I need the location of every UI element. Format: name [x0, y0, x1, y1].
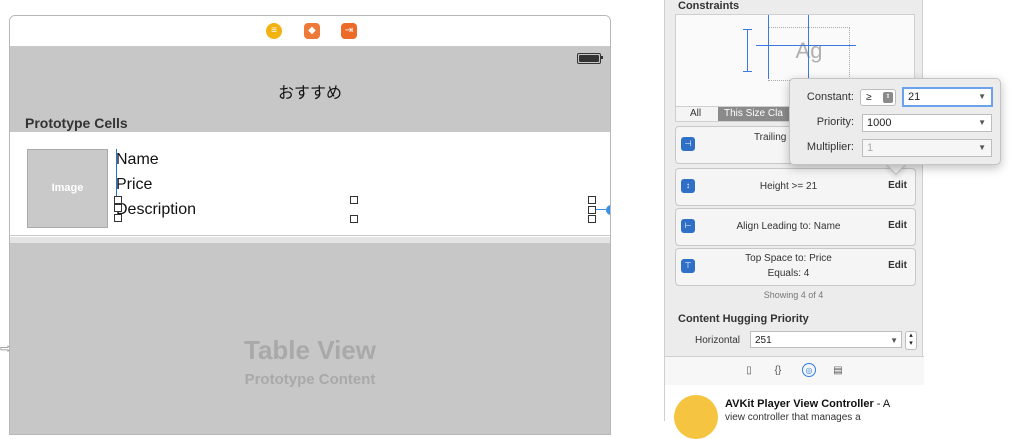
code-snippet-icon[interactable]: {} — [772, 364, 784, 377]
top-space-icon: ⊤ — [681, 259, 695, 273]
resize-handle[interactable] — [588, 196, 596, 204]
exit-icon[interactable]: ⇥ — [341, 23, 357, 39]
file-template-icon[interactable]: ▯ — [743, 364, 755, 377]
resize-handle[interactable] — [114, 214, 122, 222]
preview-box: Ag — [768, 27, 850, 81]
priority-field[interactable]: 1000 ▼ — [862, 114, 992, 132]
constraint-indicator — [756, 45, 856, 46]
priority-label: Priority: — [816, 116, 854, 128]
first-responder-icon[interactable]: ◆ — [304, 23, 320, 39]
table-view-placeholder-title: Table View — [244, 335, 376, 365]
align-leading-icon: ⊢ — [681, 219, 695, 233]
resize-handle[interactable] — [588, 215, 596, 223]
trailing-space-icon: ⊣ — [681, 137, 695, 151]
resize-handle[interactable] — [588, 206, 596, 214]
resize-handle[interactable] — [350, 215, 358, 223]
resize-handle[interactable] — [114, 204, 122, 212]
edit-button[interactable]: Edit — [888, 260, 907, 271]
constraint-row-top-space[interactable]: ⊤ Top Space to: Price Equals: 4 Edit — [675, 248, 916, 286]
constraint-row-align-leading[interactable]: ⊢ Align Leading to: Name Edit — [675, 208, 916, 246]
scene-frame[interactable]: ≡ ◆ ⇥ おすすめ Prototype Cells Image Name Pr… — [9, 15, 611, 435]
resize-handle[interactable] — [350, 196, 358, 204]
constraint-indicator — [743, 71, 752, 72]
section-header: Prototype Cells — [10, 110, 610, 132]
constraints-title: Constraints — [678, 0, 740, 12]
table-view-placeholder-subtitle: Prototype Content — [244, 371, 376, 388]
tab-all[interactable]: All — [690, 108, 701, 119]
image-view[interactable]: Image — [27, 149, 108, 228]
constraint-indicator — [743, 29, 752, 30]
edit-button[interactable]: Edit — [888, 220, 907, 231]
constraint-line — [596, 209, 606, 210]
media-library-icon[interactable]: ▤ — [832, 364, 844, 377]
library-item-title: AVKit Player View Controller - A — [725, 398, 891, 410]
size-inspector: Constraints Ag All This Size Cla ⊣ Trail… — [664, 0, 924, 439]
constraint-text: Height >= 21 — [759, 181, 818, 192]
chevron-down-icon[interactable]: ▼ — [978, 140, 986, 156]
library-tab-bar: ▯ {} ◎ ▤ — [665, 356, 924, 386]
table-cell[interactable]: Image Name Price Description — [10, 132, 610, 236]
horizontal-priority-value: 251 — [755, 335, 772, 346]
description-label[interactable]: Description — [116, 201, 196, 219]
battery-icon — [577, 53, 603, 64]
constant-value: 21 — [908, 91, 921, 103]
chevron-down-icon[interactable]: ▼ — [978, 89, 986, 105]
horizontal-priority-field[interactable]: 251 ▼ — [750, 331, 902, 348]
constraint-edit-popover: Constant: ≥ ⇕ 21 ▼ Priority: 1000 ▼ Mult… — [789, 78, 1001, 165]
table-view[interactable]: Table View Prototype Content — [10, 237, 610, 434]
nav-title[interactable]: おすすめ — [10, 79, 610, 103]
constant-field[interactable]: 21 ▼ — [902, 87, 993, 107]
resize-handle[interactable] — [114, 196, 122, 204]
object-library-icon[interactable]: ◎ — [802, 363, 816, 377]
navigation-bar[interactable]: おすすめ — [10, 47, 610, 110]
constraint-text: Top Space to: Price — [745, 253, 832, 264]
relation-value: ≥ — [866, 92, 872, 103]
height-icon: ↕ — [681, 179, 695, 193]
constraint-indicator — [747, 29, 748, 71]
constraint-badge-icon[interactable] — [606, 205, 610, 215]
constraint-indicator — [808, 15, 809, 79]
chevron-down-icon[interactable]: ▼ — [978, 115, 986, 131]
image-view-label: Image — [51, 182, 84, 194]
constraint-indicator — [768, 15, 769, 79]
preview-sample: Ag — [769, 38, 849, 64]
multiplier-label: Multiplier: — [806, 141, 854, 153]
library-item-desc-suffix: - A — [873, 398, 891, 410]
edit-button[interactable]: Edit — [888, 180, 907, 191]
hugging-priority-title: Content Hugging Priority — [678, 313, 809, 325]
constraint-text: Equals: 4 — [767, 268, 810, 279]
relation-select[interactable]: ≥ ⇕ — [860, 89, 896, 106]
multiplier-field[interactable]: 1 ▼ — [862, 139, 992, 157]
tab-this-size-class[interactable]: This Size Cla — [718, 107, 789, 121]
price-label[interactable]: Price — [116, 176, 152, 194]
constraint-row-height[interactable]: ↕ Height >= 21 Edit — [675, 168, 916, 206]
constant-label: Constant: — [806, 91, 854, 103]
priority-value: 1000 — [867, 117, 892, 129]
stepper-icon: ⇕ — [883, 92, 893, 103]
scene-dock: ≡ ◆ ⇥ — [10, 16, 610, 47]
constraints-count: Showing 4 of 4 — [763, 290, 824, 300]
chevron-down-icon[interactable]: ▼ — [890, 332, 898, 349]
avkit-player-icon — [674, 395, 718, 439]
library-item[interactable]: AVKit Player View Controller - A view co… — [665, 385, 924, 439]
view-controller-icon[interactable]: ≡ — [266, 23, 282, 39]
horizontal-priority-stepper[interactable]: ▴ ▾ — [905, 331, 917, 350]
library-item-desc: view controller that manages a — [725, 412, 861, 423]
section-header-label: Prototype Cells — [25, 115, 128, 131]
constraint-text: Align Leading to: Name — [736, 221, 841, 232]
name-label[interactable]: Name — [116, 151, 159, 169]
multiplier-value: 1 — [867, 142, 874, 154]
horizontal-label: Horizontal — [695, 335, 741, 346]
